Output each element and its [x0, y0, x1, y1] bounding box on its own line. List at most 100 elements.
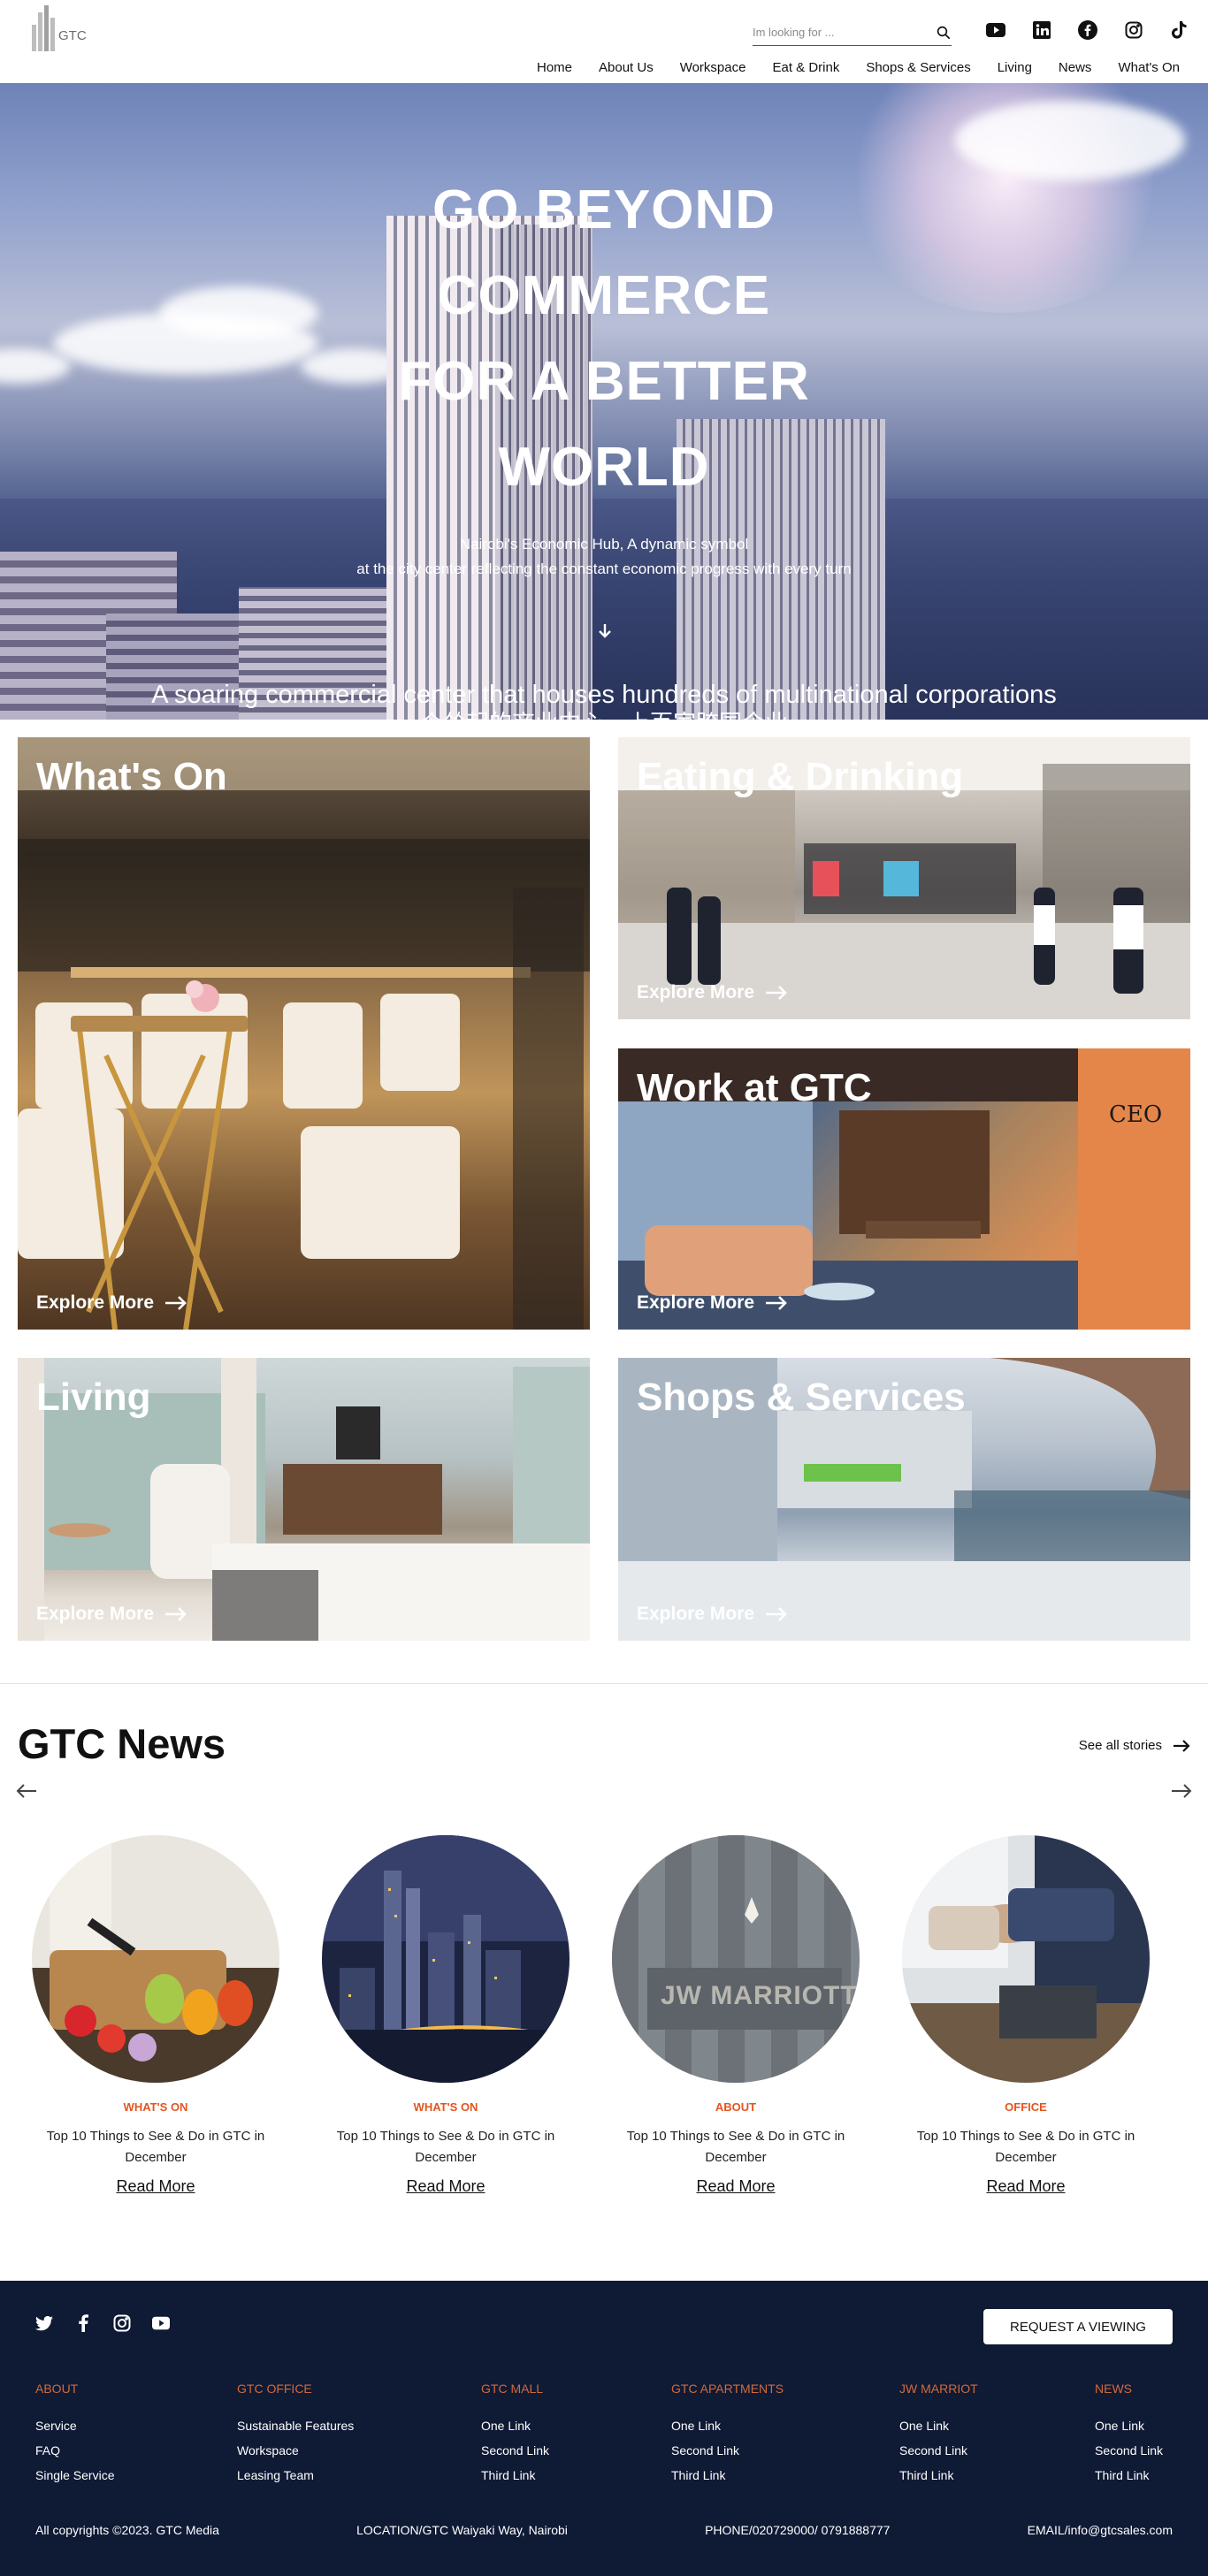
footer-link[interactable]: One Link	[481, 2413, 549, 2438]
news-card[interactable]: OFFICE Top 10 Things to See & Do in GTC …	[893, 1835, 1158, 2196]
arrow-right-icon	[766, 986, 787, 1000]
news-card[interactable]: JW MARRIOTT ABOUT Top 10 Things to See &…	[603, 1835, 868, 2196]
footer-column-heading: GTC APARTMENTS	[671, 2382, 784, 2396]
search-icon[interactable]	[936, 25, 952, 41]
footer-social	[35, 2314, 170, 2332]
footer-link[interactable]: FAQ	[35, 2438, 115, 2463]
news-title: Top 10 Things to See & Do in GTC in Dece…	[336, 2129, 555, 2165]
explore-more-label: Explore More	[637, 1292, 755, 1313]
copyright-text: All copyrights ©2023. GTC Media	[35, 2523, 219, 2537]
card-shops-services[interactable]: Shops & Services Explore More	[618, 1358, 1190, 1641]
news-card[interactable]: WHAT'S ON Top 10 Things to See & Do in G…	[23, 1835, 288, 2196]
instagram-icon[interactable]	[113, 2314, 131, 2332]
jw-marriott-sign: JW MARRIOTT	[661, 1981, 858, 2010]
nav-shops-services[interactable]: Shops & Services	[852, 60, 983, 75]
email-link[interactable]: EMAIL/info@gtcsales.com	[1028, 2523, 1173, 2537]
explore-more-link[interactable]: Explore More	[637, 982, 788, 1003]
see-all-stories-link[interactable]: See all stories	[1079, 1738, 1190, 1753]
tiktok-icon[interactable]	[1157, 19, 1203, 41]
footer-link[interactable]: Sustainable Features	[237, 2413, 354, 2438]
explore-more-link[interactable]: Explore More	[637, 1292, 788, 1314]
main-nav: Home About Us Workspace Eat & Drink Shop…	[524, 60, 1180, 75]
footer-link[interactable]: One Link	[671, 2413, 784, 2438]
linkedin-icon[interactable]	[1019, 19, 1065, 41]
search-input[interactable]	[753, 21, 921, 42]
news-image-handshake	[902, 1835, 1150, 2083]
footer-link[interactable]: One Link	[1095, 2413, 1163, 2438]
explore-more-label: Explore More	[36, 1604, 155, 1624]
read-more-link[interactable]: Read More	[116, 2177, 195, 2196]
logo-mark	[30, 5, 57, 51]
hero-banner: GO BEYOND COMMERCE FOR A BETTER WORLD Na…	[0, 83, 1208, 720]
nav-about-us[interactable]: About Us	[585, 60, 667, 75]
footer-column-about: ABOUT Service FAQ Single Service	[35, 2382, 115, 2488]
facebook-icon[interactable]	[1065, 19, 1111, 41]
request-viewing-button[interactable]: REQUEST A VIEWING	[983, 2309, 1173, 2344]
logo-text: GTC	[58, 28, 87, 43]
nav-eat-drink[interactable]: Eat & Drink	[759, 60, 852, 75]
footer-link[interactable]: Leasing Team	[237, 2463, 354, 2488]
youtube-icon[interactable]	[973, 19, 1019, 41]
footer-column-heading: ABOUT	[35, 2382, 79, 2396]
explore-more-link[interactable]: Explore More	[36, 1604, 187, 1625]
card-work-at-gtc[interactable]: CEO Work at GTC Explore More	[618, 1048, 1190, 1330]
instagram-icon[interactable]	[1111, 19, 1157, 41]
youtube-icon[interactable]	[152, 2314, 170, 2332]
hero-subtitle: Nairobi's Economic Hub, A dynamic symbol…	[356, 536, 852, 577]
footer-link[interactable]: One Link	[899, 2413, 978, 2438]
arrow-right-icon	[165, 1296, 187, 1310]
read-more-link[interactable]: Read More	[406, 2177, 485, 2196]
footer-link[interactable]: Third Link	[899, 2463, 978, 2488]
footer-link[interactable]: Single Service	[35, 2463, 115, 2488]
arrow-right-icon	[1174, 1739, 1190, 1752]
footer-link[interactable]: Third Link	[481, 2463, 549, 2488]
read-more-link[interactable]: Read More	[696, 2177, 775, 2196]
footer-link[interactable]: Second Link	[1095, 2438, 1163, 2463]
footer-link[interactable]: Service	[35, 2413, 115, 2438]
footer-column-news: NEWS One Link Second Link Third Link	[1095, 2382, 1163, 2488]
hero-title: GO BEYOND COMMERCE FOR A BETTER WORLD	[398, 179, 810, 498]
footer-link[interactable]: Third Link	[1095, 2463, 1163, 2488]
gtc-logo[interactable]: GTC	[30, 5, 92, 51]
footer-link[interactable]: Second Link	[481, 2438, 549, 2463]
card-eating-drinking[interactable]: Eating & Drinking Explore More	[618, 737, 1190, 1019]
explore-more-label: Explore More	[36, 1292, 155, 1313]
card-living[interactable]: Living Explore More	[18, 1358, 590, 1641]
facebook-icon[interactable]	[74, 2314, 92, 2332]
location-text: LOCATION/GTC Waiyaki Way, Nairobi	[356, 2523, 568, 2537]
card-title: Work at GTC	[637, 1066, 872, 1109]
twitter-icon[interactable]	[35, 2314, 53, 2332]
news-card[interactable]: WHAT'S ON Top 10 Things to See & Do in G…	[313, 1835, 578, 2196]
footer-bottom-bar: All copyrights ©2023. GTC Media LOCATION…	[35, 2523, 1173, 2537]
card-title: Living	[36, 1376, 151, 1419]
explore-more-link[interactable]: Explore More	[36, 1292, 187, 1314]
nav-living[interactable]: Living	[984, 60, 1045, 75]
news-category: WHAT'S ON	[413, 2100, 478, 2114]
carousel-next-arrow-icon[interactable]	[1171, 1784, 1192, 1798]
card-title: Eating & Drinking	[637, 755, 964, 798]
footer-column-jw-marriot: JW MARRIOT One Link Second Link Third Li…	[899, 2382, 978, 2488]
ceo-sign: CEO	[1109, 1101, 1163, 1128]
nav-workspace[interactable]: Workspace	[667, 60, 760, 75]
footer-link[interactable]: Third Link	[671, 2463, 784, 2488]
footer-link[interactable]: Second Link	[899, 2438, 978, 2463]
footer-link[interactable]: Workspace	[237, 2438, 354, 2463]
card-whats-on[interactable]: What's On Explore More	[18, 737, 590, 1330]
nav-home[interactable]: Home	[524, 60, 585, 75]
footer-link[interactable]: Second Link	[671, 2438, 784, 2463]
footer-column-heading: JW MARRIOT	[899, 2382, 978, 2396]
news-image-vegetables	[32, 1835, 279, 2083]
explore-more-link[interactable]: Explore More	[637, 1604, 788, 1625]
nav-news[interactable]: News	[1045, 60, 1105, 75]
site-header: GTC Home About Us Workspace Eat & Drink …	[0, 0, 1208, 83]
footer-column-gtc-office: GTC OFFICE Sustainable Features Workspac…	[237, 2382, 354, 2488]
site-footer: REQUEST A VIEWING ABOUT Service FAQ Sing…	[0, 2281, 1208, 2576]
read-more-link[interactable]: Read More	[986, 2177, 1065, 2196]
chevron-down-icon[interactable]	[596, 622, 614, 640]
explore-more-label: Explore More	[637, 982, 755, 1002]
carousel-prev-arrow-icon[interactable]	[16, 1784, 37, 1798]
footer-column-heading: NEWS	[1095, 2382, 1132, 2396]
footer-column-gtc-mall: GTC MALL One Link Second Link Third Link	[481, 2382, 549, 2488]
phone-text: PHONE/020729000/ 0791888777	[705, 2523, 891, 2537]
nav-whats-on[interactable]: What's On	[1105, 60, 1180, 75]
